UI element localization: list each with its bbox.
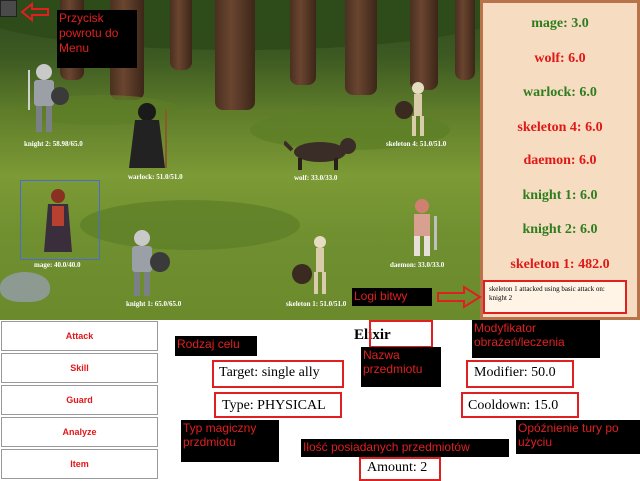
knight-1-hp: knight 1: 65.0/65.0 <box>126 300 182 308</box>
turn-order-item: skeleton 1: 482.0 <box>510 257 610 272</box>
rock <box>0 272 50 302</box>
skill-button[interactable]: Skill <box>1 353 158 383</box>
annotation-item-name: Nazwa przedmiotu <box>361 347 441 387</box>
annotation-frame <box>466 360 574 388</box>
grass-patch <box>80 200 300 250</box>
annotation-frame <box>369 320 433 348</box>
arrow-left-icon <box>20 2 49 22</box>
back-button[interactable] <box>0 0 17 17</box>
daemon-hp: daemon: 33.0/33.0 <box>390 261 445 269</box>
tree-trunk <box>170 0 192 70</box>
wolf-sprite[interactable] <box>284 132 364 172</box>
skeleton-1-sprite[interactable] <box>290 234 346 298</box>
turn-order-item: knight 1: 6.0 <box>522 188 598 203</box>
arrow-right-icon <box>437 285 482 309</box>
daemon-sprite[interactable] <box>400 196 444 260</box>
guard-button[interactable]: Guard <box>1 385 158 415</box>
skeleton-4-hp: skeleton 4: 51.0/51.0 <box>386 140 447 148</box>
knight-2-sprite[interactable] <box>22 60 72 140</box>
annotation-frame <box>359 457 441 481</box>
turn-order-item: warlock: 6.0 <box>523 85 597 100</box>
annotation-cooldown: Opóźnienie tury po użyciu <box>516 420 640 454</box>
tree-trunk <box>410 0 438 90</box>
annotation-battle-logs: Logi bitwy <box>352 288 432 306</box>
turn-order-panel: mage: 3.0 wolf: 6.0 warlock: 6.0 skeleto… <box>480 0 640 320</box>
knight-2-hp: knight 2: 58.98/65.0 <box>24 140 83 148</box>
annotation-amount: Ilość posiadanych przedmiotów <box>301 439 509 457</box>
turn-order-item: skeleton 4: 6.0 <box>517 120 603 135</box>
wolf-hp: wolf: 33.0/33.0 <box>294 174 338 182</box>
annotation-modifier: Modyfikator obrażeń/leczenia <box>472 320 600 358</box>
analyze-button[interactable]: Analyze <box>1 417 158 447</box>
knight-1-sprite[interactable] <box>118 228 174 300</box>
annotation-magic-type: Typ magiczny przdmiotu <box>181 420 279 462</box>
turn-order-item: mage: 3.0 <box>531 16 589 31</box>
battle-log: skeleton 1 attacked using basic attack o… <box>483 280 627 314</box>
item-button[interactable]: Item <box>1 449 158 479</box>
tree-trunk <box>345 0 377 95</box>
attack-button[interactable]: Attack <box>1 321 158 351</box>
annotation-frame <box>212 360 344 388</box>
skeleton-1-hp: skeleton 1: 51.0/51.0 <box>286 300 347 308</box>
skeleton-4-sprite[interactable] <box>390 80 440 140</box>
warlock-hp: warlock: 51.0/51.0 <box>128 173 183 181</box>
tree-trunk <box>455 0 475 80</box>
annotation-frame <box>214 392 342 418</box>
tree-trunk <box>290 0 316 85</box>
tree-trunk <box>215 0 255 110</box>
turn-order-item: daemon: 6.0 <box>523 153 597 168</box>
turn-order-item: wolf: 6.0 <box>534 51 586 66</box>
annotation-back-button: Przycisk powrotu do Menu <box>57 10 137 68</box>
annotation-target-type: Rodzaj celu <box>175 336 257 356</box>
warlock-sprite[interactable] <box>125 100 175 170</box>
annotation-frame <box>461 392 579 418</box>
action-menu: Attack Skill Guard Analyze Item <box>0 320 161 481</box>
turn-order-item: knight 2: 6.0 <box>522 222 598 237</box>
mage-hp: mage: 40.0/40.0 <box>34 261 81 269</box>
mage-sprite[interactable] <box>38 186 78 256</box>
